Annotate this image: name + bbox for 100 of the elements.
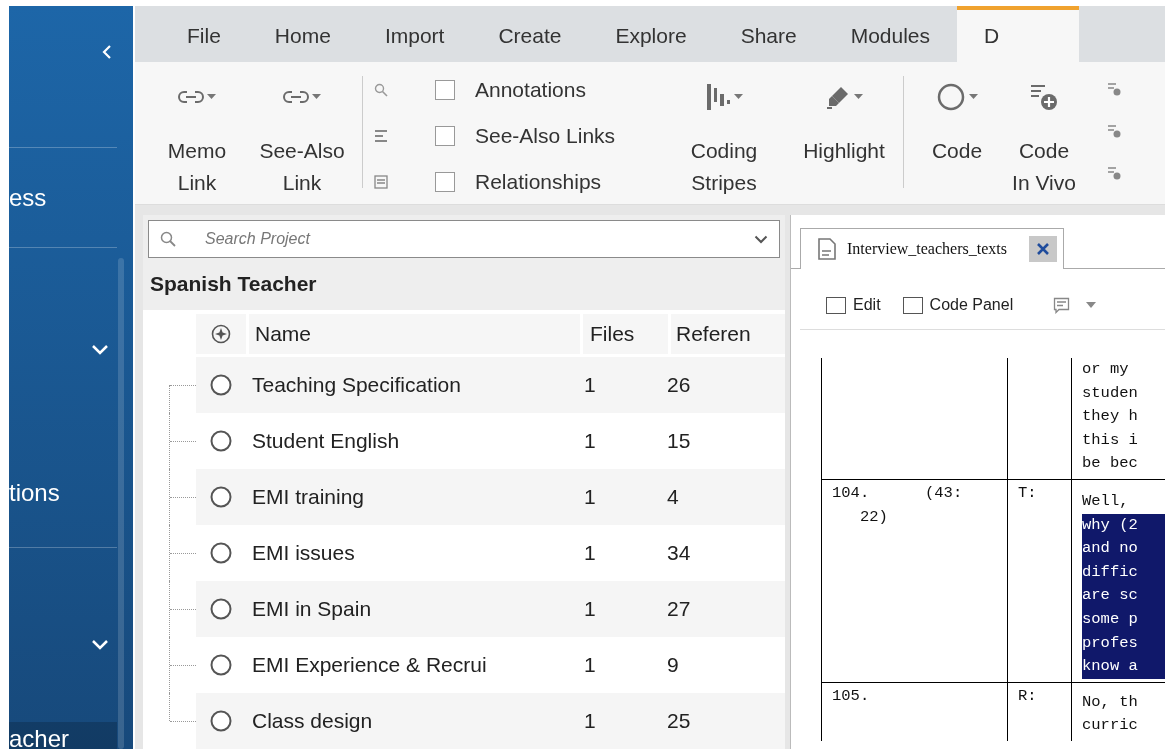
ribbon-tab[interactable]: Modules: [823, 6, 958, 62]
ribbon-button[interactable]: Coding Stripes: [658, 62, 790, 199]
link-icon: [178, 90, 204, 104]
column-header[interactable]: Referen: [671, 314, 785, 354]
line-number: 22): [858, 506, 889, 528]
files-count: 1: [584, 597, 596, 621]
checkbox[interactable]: [435, 172, 455, 192]
document-tab-label: Interview_teachers_texts: [847, 240, 1007, 258]
references-count: 15: [667, 429, 691, 453]
references-count: 25: [667, 709, 691, 733]
files-count: 1: [584, 541, 596, 565]
caret-icon: [734, 94, 743, 100]
caret-icon: [207, 94, 216, 100]
circle-icon: [210, 430, 232, 452]
speaker-label: R:: [1018, 685, 1038, 707]
document-icon: [817, 237, 837, 261]
caret-icon: [854, 94, 863, 100]
transcript-line: studen: [1082, 382, 1139, 404]
tree-line: [169, 525, 196, 581]
link-icon: [283, 90, 309, 104]
ribbon-button[interactable]: See-Also Link: [247, 62, 357, 199]
ribbon-tab[interactable]: Create: [471, 6, 589, 62]
references-count: 26: [667, 373, 691, 397]
files-count: 1: [584, 709, 596, 733]
ribbon-tab[interactable]: Share: [713, 6, 824, 62]
node-name: EMI training: [252, 485, 365, 509]
chevron-down-icon[interactable]: [91, 639, 109, 650]
checkbox[interactable]: [826, 296, 846, 314]
circle-icon: [210, 374, 232, 396]
caret-icon: [969, 94, 978, 100]
close-button[interactable]: [1028, 236, 1057, 262]
references-count: 27: [667, 597, 691, 621]
chevron-left-icon: [102, 44, 112, 60]
sidebar-item[interactable]: acher: [9, 722, 117, 749]
node-list-icon: [1107, 82, 1121, 96]
circle-icon: [210, 486, 232, 508]
highlighter-icon: [825, 84, 851, 110]
references-count: 34: [667, 541, 691, 565]
checkbox-label: See-Also Links: [475, 124, 616, 148]
references-count: 4: [667, 485, 679, 509]
ribbon-button[interactable]: Code: [909, 62, 1005, 167]
node-list-icon: [1107, 166, 1121, 180]
scroll-track[interactable]: [118, 258, 124, 749]
tree-row[interactable]: EMI in Spain 1 27: [196, 581, 785, 637]
tree-row[interactable]: EMI issues 1 34: [196, 525, 785, 581]
checkbox[interactable]: [902, 296, 923, 314]
tree-row[interactable]: Class design 1 25: [196, 693, 785, 749]
transcript-line: Well,: [1082, 490, 1130, 512]
transcript-line: or my: [1082, 359, 1130, 380]
node-name: Class design: [252, 709, 373, 733]
ribbon-tab[interactable]: D: [957, 6, 1080, 62]
tree-row[interactable]: EMI Experience & Recrui 1 9: [196, 637, 785, 693]
transcript-line: this i: [1082, 429, 1139, 451]
checkbox[interactable]: [435, 126, 455, 146]
node-name: EMI Experience & Recrui: [252, 653, 487, 677]
circle-icon: [210, 542, 232, 564]
files-count: 1: [584, 373, 596, 397]
caret-icon: [312, 94, 321, 100]
circle-icon: [936, 82, 966, 112]
ribbon-tab[interactable]: Explore: [588, 6, 714, 62]
chevron-down-icon[interactable]: [91, 344, 109, 355]
node-name: Teaching Specification: [252, 373, 461, 397]
section-heading[interactable]: ess: [9, 183, 47, 212]
tree-row[interactable]: EMI training 1 4: [196, 469, 785, 525]
caret-icon: [1086, 302, 1097, 308]
search-icon: [160, 231, 176, 247]
lines-plus-icon: [1029, 82, 1059, 112]
checkbox-label: Annotations: [475, 78, 586, 102]
form-icon: [374, 175, 388, 189]
references-count: 9: [667, 653, 679, 677]
ribbon-button[interactable]: Memo Link: [147, 62, 247, 199]
search-field[interactable]: Search Project: [148, 220, 780, 258]
speaker-label: T:: [1018, 482, 1038, 504]
search-icon: [374, 83, 388, 97]
circle-icon: [210, 598, 232, 620]
node-list-icon: [1107, 124, 1121, 138]
circle-icon: [210, 654, 232, 676]
ribbon-button[interactable]: Code In Vivo: [1005, 62, 1083, 199]
tree-row[interactable]: Student English 1 15: [196, 413, 785, 469]
files-count: 1: [584, 429, 596, 453]
chevron-down-icon: [754, 235, 768, 244]
checkbox[interactable]: [435, 80, 455, 100]
column-header[interactable]: Files: [583, 314, 668, 354]
transcript-line: curric: [1082, 715, 1139, 737]
node-name: EMI in Spain: [252, 597, 372, 621]
node-name: Student English: [252, 429, 400, 453]
ribbon-tab[interactable]: Home: [247, 6, 358, 62]
tree-row[interactable]: Teaching Specification 1 26: [196, 357, 785, 413]
ribbon-tab[interactable]: File: [160, 6, 248, 62]
document-tab[interactable]: Interview_teachers_texts: [800, 228, 1064, 269]
checkbox-label: Code Panel: [929, 296, 1014, 314]
files-count: 1: [584, 485, 596, 509]
ribbon-button[interactable]: Highlight: [790, 62, 898, 167]
node-name: EMI issues: [252, 541, 355, 565]
column-header[interactable]: Name: [249, 314, 580, 354]
transcript-line: be bec: [1082, 453, 1139, 475]
section-heading[interactable]: tions: [9, 478, 60, 507]
ribbon-tab[interactable]: Import: [357, 6, 472, 62]
files-count: 1: [584, 653, 596, 677]
line-number: 104. (43:: [832, 482, 964, 504]
